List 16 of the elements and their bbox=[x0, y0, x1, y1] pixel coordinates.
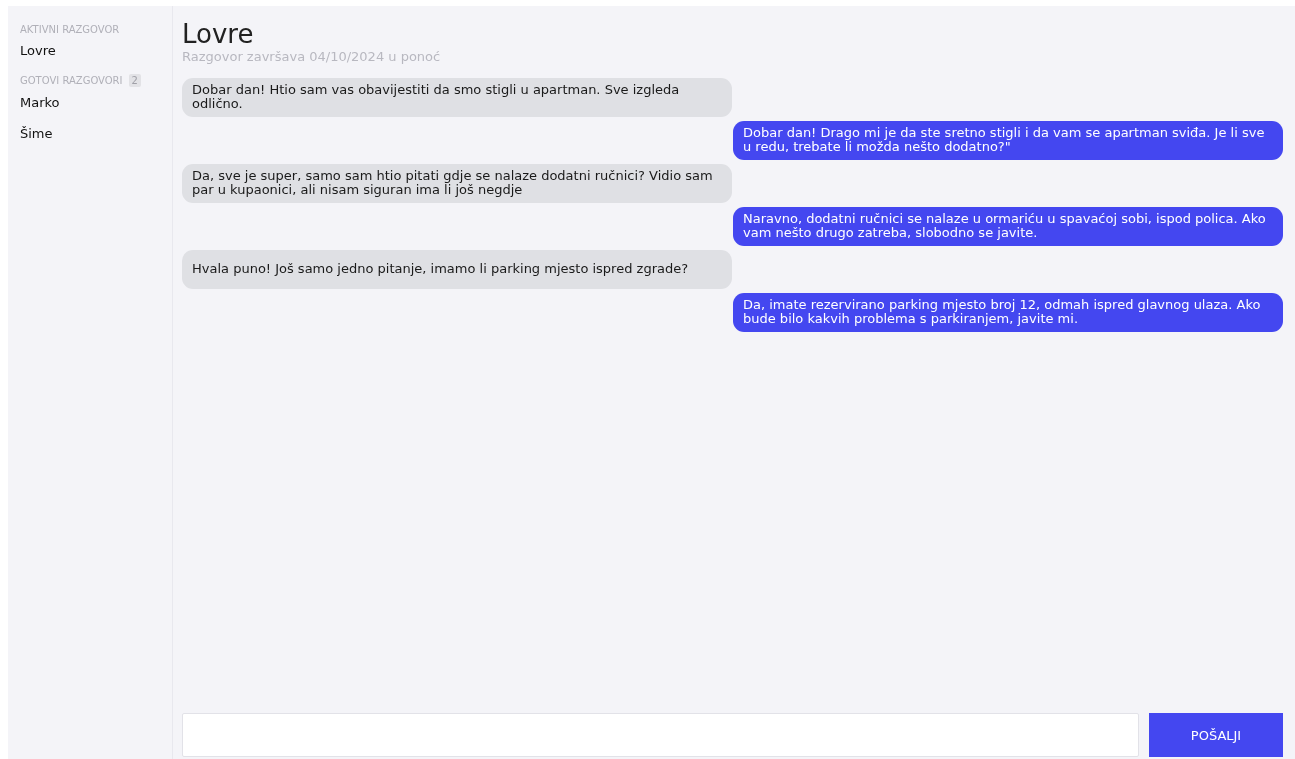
chat-title: Lovre bbox=[182, 20, 255, 49]
count-badge: 2 bbox=[128, 74, 141, 87]
conversation-item[interactable]: Lovre bbox=[20, 43, 172, 58]
section-label: GOTOVI RAZGOVORI bbox=[20, 75, 123, 86]
send-button[interactable]: POŠALJI bbox=[1149, 713, 1283, 757]
message-bubble: Da, sve je super, samo sam htio pitati gdje se nalaze dodatni ručnici? Vidio sam par u kupaonici, ali nisam siguran ima li još negdje bbox=[182, 163, 732, 203]
message-bubble: Da, imate rezervirano parking mjesto broj 12, odmah ispred glavnog ulaza. Ako bude bilo kakvih problema s parkiranjem, javite mi. bbox=[733, 292, 1283, 332]
conversation-item[interactable]: Šime bbox=[20, 126, 172, 141]
chat-subtitle: Razgovor završava 04/10/2024 u ponoć bbox=[182, 48, 442, 64]
message-input[interactable] bbox=[182, 713, 1139, 757]
message-bubble: Naravno, dodatni ručnici se nalaze u ormariću u spavaćoj sobi, ispod polica. Ako vam nešto drugo zatreba, slobodno se javite. bbox=[733, 206, 1283, 246]
section-label: AKTIVNI RAZGOVOR bbox=[20, 24, 120, 35]
message-bubble: Hvala puno! Još samo jedno pitanje, imamo li parking mjesto ispred zgrade? bbox=[182, 249, 732, 289]
message-bubble: Dobar dan! Drago mi je da ste sretno stigli i da vam se apartman sviđa. Je li sve u redu, trebate li možda nešto dodatno?" bbox=[733, 120, 1283, 160]
conversation-item[interactable]: Marko bbox=[20, 95, 172, 110]
message-bubble: Dobar dan! Htio sam vas obavijestiti da smo stigli u apartman. Sve izgleda odlično. bbox=[182, 77, 732, 117]
